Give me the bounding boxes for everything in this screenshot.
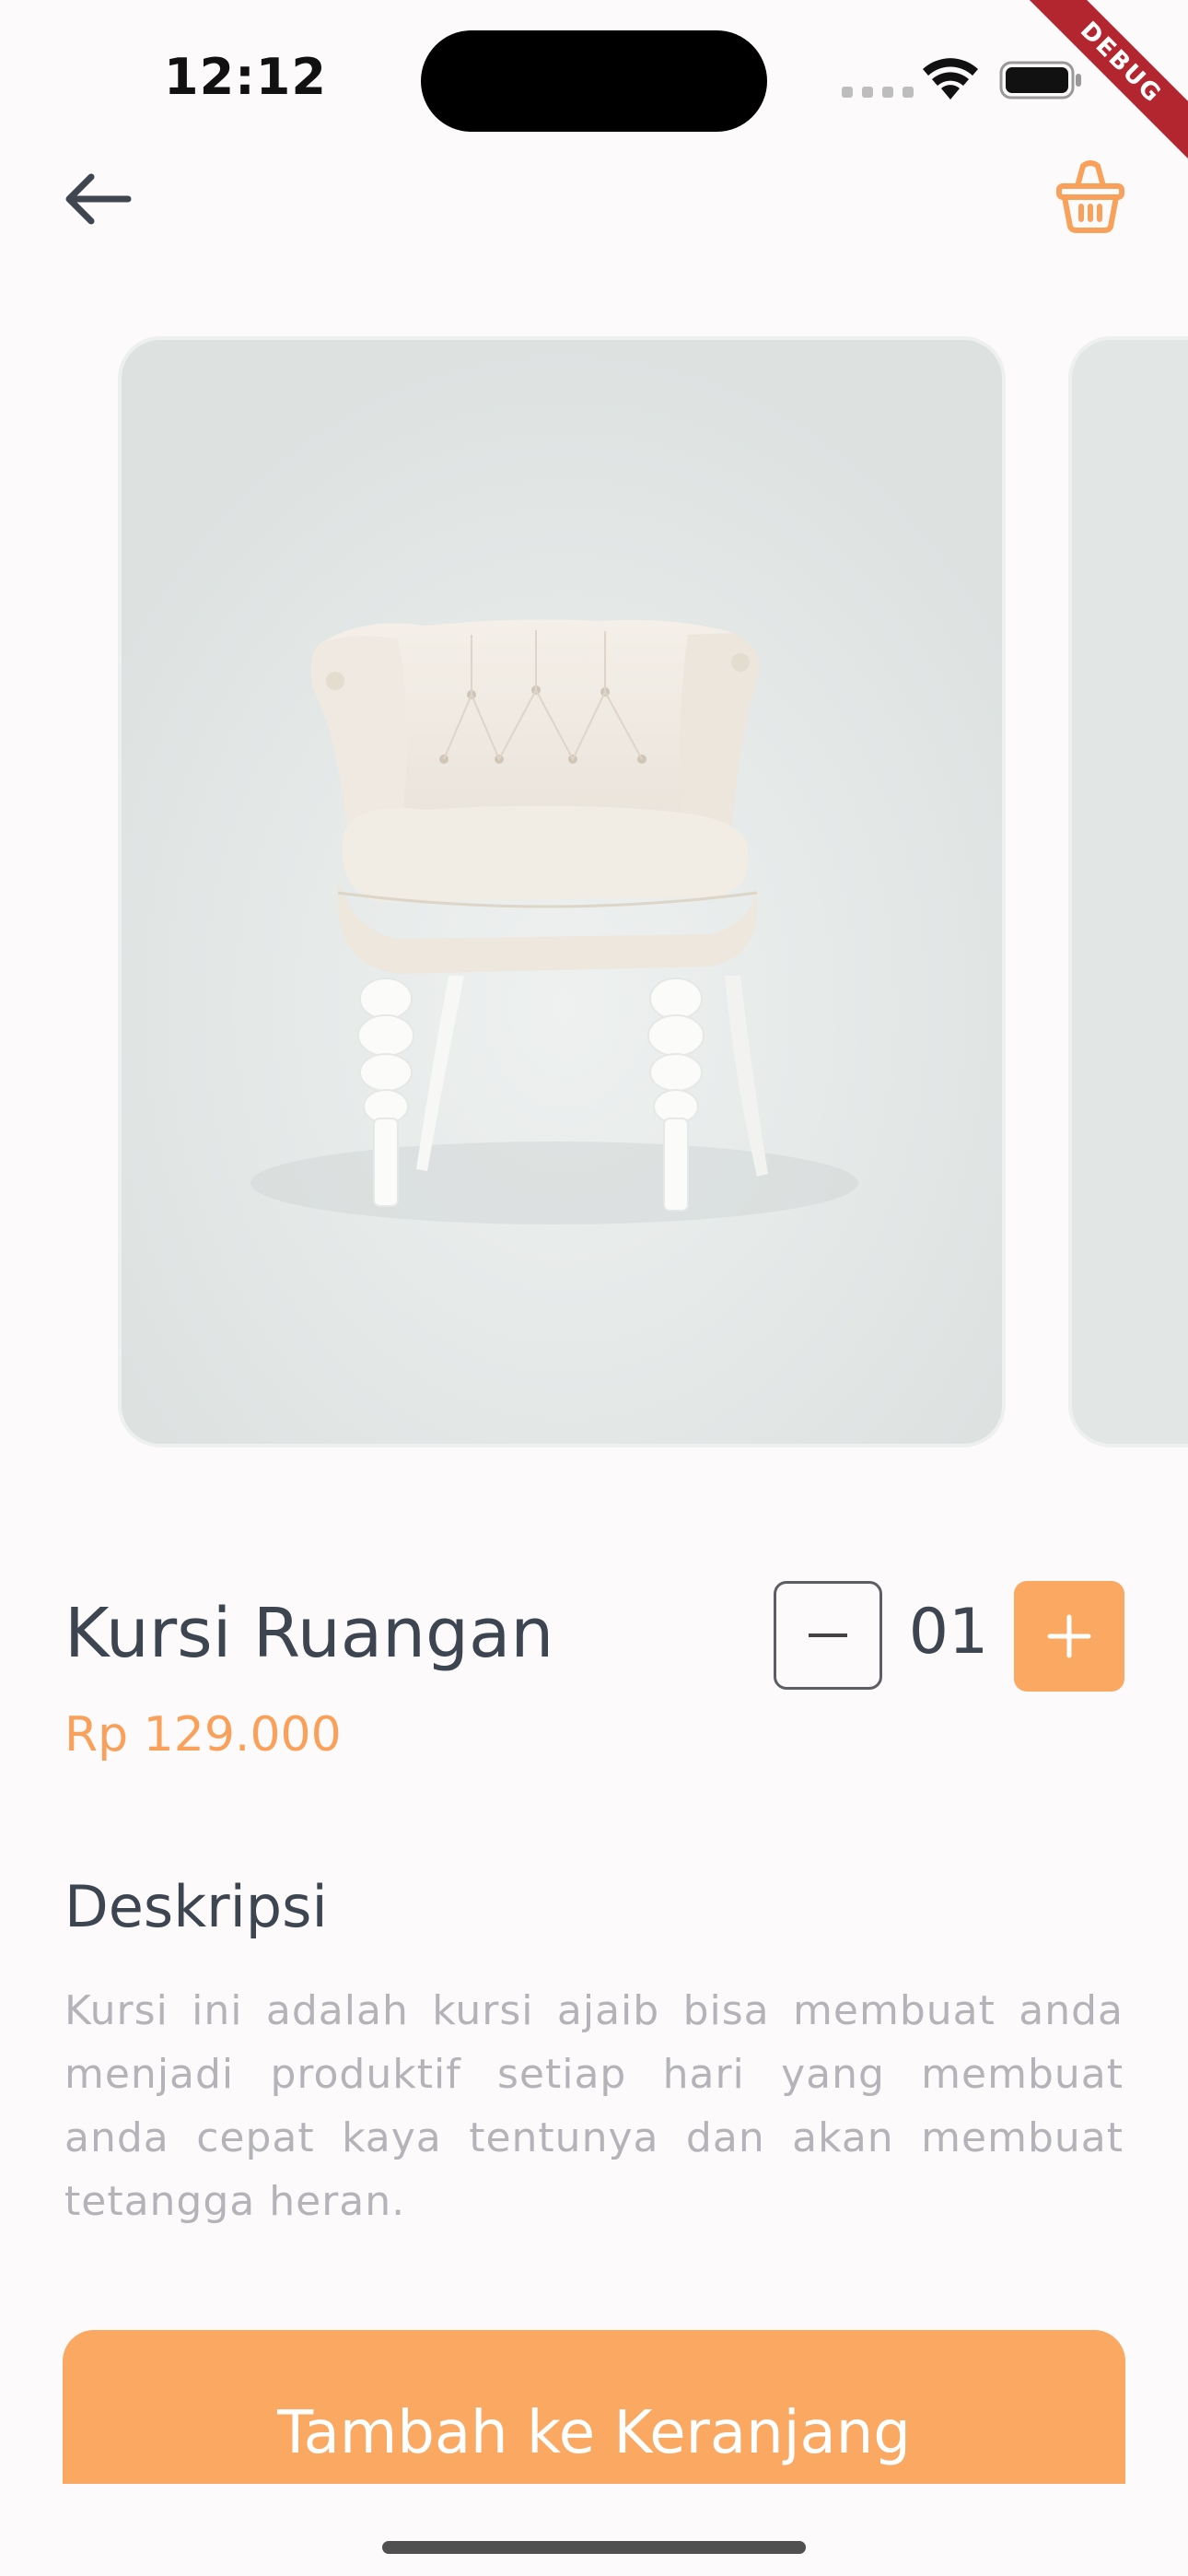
description-text: Kursi ini adalah kursi ajaib bisa membua… <box>64 1987 1124 2225</box>
cart-button[interactable] <box>1050 157 1131 238</box>
product-image-card[interactable] <box>118 336 1006 1447</box>
next-image-card[interactable] <box>1068 336 1188 1447</box>
decrease-quantity-button[interactable] <box>774 1581 882 1690</box>
product-price: Rp 129.000 <box>64 1707 342 1762</box>
battery-icon <box>999 61 1081 100</box>
dynamic-island <box>421 30 767 132</box>
home-indicator[interactable] <box>382 2541 806 2554</box>
add-to-cart-label: Tambah ke Keranjang <box>277 2399 911 2467</box>
quantity-value: 01 <box>908 1596 989 1669</box>
wifi-icon <box>923 58 978 100</box>
bottom-safe-area <box>0 2484 1188 2576</box>
product-title: Kursi Ruangan <box>64 1594 554 1673</box>
back-button[interactable] <box>55 162 138 236</box>
minus-icon <box>809 1633 847 1637</box>
product-image-carousel[interactable] <box>0 336 1188 1447</box>
arrow-left-icon <box>65 173 132 225</box>
status-bar: 12:12 DEBUG <box>0 0 1188 185</box>
status-time: 12:12 <box>164 48 327 106</box>
increase-quantity-button[interactable] <box>1014 1581 1124 1692</box>
signal-icon <box>842 87 914 98</box>
plus-icon <box>1047 1614 1091 1658</box>
description-heading: Deskripsi <box>64 1873 328 1940</box>
basket-icon <box>1056 160 1124 233</box>
product-image <box>122 340 1002 1444</box>
add-to-cart-button[interactable]: Tambah ke Keranjang <box>63 2330 1125 2487</box>
